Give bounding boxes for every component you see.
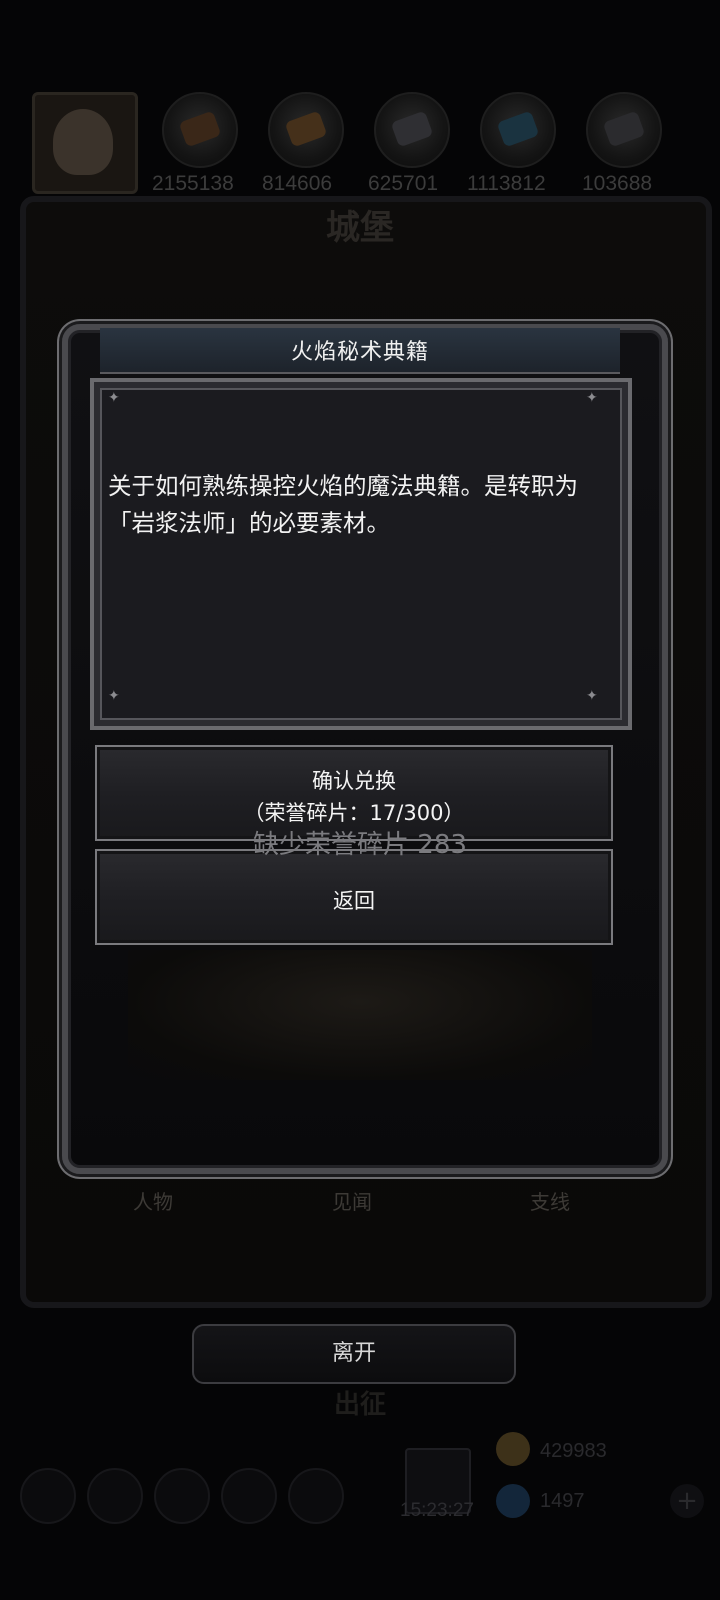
resource-count-3: 625701: [368, 172, 439, 195]
bottom-nav-icon-2[interactable]: [87, 1468, 143, 1524]
resource-count-2: 814606: [262, 172, 333, 195]
tab-sidequests[interactable]: 支线: [530, 1186, 570, 1215]
bottom-nav-icon-5[interactable]: [288, 1468, 344, 1524]
resource-count-4: 1113812: [467, 172, 546, 195]
add-currency-icon[interactable]: +: [670, 1484, 704, 1518]
corner-sparkle-icon: ✦: [108, 688, 120, 704]
dialog-bottom-artwork: [128, 950, 592, 1080]
bottom-nav-icon-3[interactable]: [154, 1468, 210, 1524]
bottom-nav-icon-4[interactable]: [221, 1468, 277, 1524]
item-description: 关于如何熟练操控火焰的魔法典籍。是转职为「岩浆法师」的必要素材。: [108, 472, 578, 537]
wood-icon: [178, 110, 222, 148]
gold-amount: 429983: [540, 1440, 607, 1462]
castle-title: 城堡: [326, 208, 394, 248]
resource-count-5: 103688: [582, 172, 653, 195]
resource-slot-2[interactable]: [268, 92, 344, 168]
iron-icon: [390, 110, 434, 148]
depart-label: 出征: [333, 1390, 386, 1420]
tab-events[interactable]: 见闻: [332, 1186, 372, 1215]
gold-coin-icon: [496, 1432, 530, 1466]
avatar-face-icon: [53, 109, 113, 175]
description-panel: [90, 378, 632, 730]
resource-slot-3[interactable]: [374, 92, 450, 168]
anvil-icon: [602, 110, 646, 148]
gem-amount: 1497: [540, 1490, 585, 1512]
leave-button[interactable]: 离开: [192, 1324, 516, 1384]
plank-icon: [284, 110, 328, 148]
corner-sparkle-icon: ✦: [586, 390, 598, 406]
corner-sparkle-icon: ✦: [108, 390, 120, 406]
crystal-icon: [496, 110, 540, 148]
player-avatar[interactable]: [32, 92, 138, 194]
back-button[interactable]: 返回: [95, 849, 613, 945]
bottom-nav-icon-1[interactable]: [20, 1468, 76, 1524]
exchange-cost-label: （荣誉碎片：17/300）: [243, 801, 465, 825]
clock-text: 15:23:27: [400, 1500, 474, 1521]
missing-shards-warning: 缺少荣誉碎片 283: [253, 830, 467, 860]
resource-slot-4[interactable]: [480, 92, 556, 168]
resource-slot-1[interactable]: [162, 92, 238, 168]
resource-slot-5[interactable]: [586, 92, 662, 168]
back-label: 返回: [333, 889, 375, 913]
resource-count-1: 2155138: [152, 172, 234, 195]
tab-characters[interactable]: 人物: [133, 1186, 173, 1215]
confirm-exchange-label: 确认兑换: [312, 769, 396, 793]
gem-icon: [496, 1484, 530, 1518]
corner-sparkle-icon: ✦: [586, 688, 598, 704]
dialog-title: 火焰秘术典籍: [290, 340, 429, 365]
